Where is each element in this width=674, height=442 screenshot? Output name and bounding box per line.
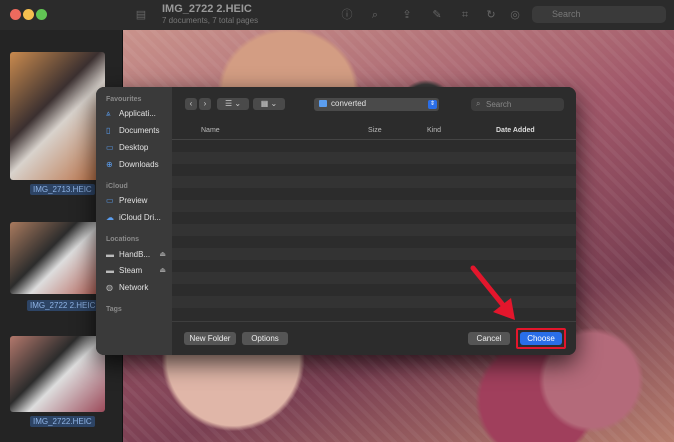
markup-icon[interactable]: ✎ — [430, 8, 444, 22]
zoom-icon[interactable]: ⌕ — [368, 8, 382, 22]
dialog-footer: New Folder Options Cancel Choose — [172, 321, 576, 355]
document-title: IMG_2722 2.HEIC — [162, 3, 252, 15]
sidebar-item-icloud-drive[interactable]: ☁ iCloud Dri... — [106, 213, 170, 227]
sidebar-item-network[interactable]: ◍ Network — [106, 283, 170, 297]
favourites-heading: Favourites — [106, 96, 142, 103]
sidebar-item-label: Preview — [119, 196, 148, 205]
minimize-window-button[interactable] — [23, 9, 34, 20]
tags-heading: Tags — [106, 306, 122, 313]
window-titlebar: ▤ IMG_2722 2.HEIC 7 documents, 7 total p… — [0, 0, 674, 31]
eject-icon[interactable]: ⏏ — [159, 250, 166, 258]
sidebar-item-desktop[interactable]: ▭ Desktop — [106, 143, 170, 157]
thumbnail-image[interactable] — [10, 52, 105, 180]
eject-icon[interactable]: ⏏ — [159, 266, 166, 274]
document-subtitle: 7 documents, 7 total pages — [162, 16, 259, 25]
rotate-icon[interactable]: ↻ — [484, 8, 498, 22]
sidebar-item-label: iCloud Dri... — [119, 213, 161, 222]
chevron-updown-icon: ⇕ — [428, 100, 437, 109]
drive-icon: ▬ — [106, 266, 114, 275]
annotate-icon[interactable]: ◎ — [508, 8, 522, 22]
list-row — [172, 152, 576, 164]
sidebar-item-label: Downloads — [119, 160, 159, 169]
list-row — [172, 188, 576, 200]
info-icon[interactable]: ⓘ — [340, 8, 354, 22]
drive-icon: ▬ — [106, 250, 114, 259]
sidebar-item-label: Applicati... — [119, 109, 156, 118]
sidebar-item-preview[interactable]: ▭ Preview — [106, 196, 170, 210]
list-row — [172, 212, 576, 224]
path-label: converted — [331, 99, 367, 108]
thumbnail-label[interactable]: IMG_2713.HEIC — [30, 184, 95, 195]
grid-view-button[interactable]: ▦ ⌄ — [253, 98, 285, 110]
column-date-added[interactable]: Date Added — [496, 127, 535, 134]
download-icon: ⊕ — [106, 160, 113, 169]
column-size[interactable]: Size — [368, 127, 382, 134]
sidebar-item-handb[interactable]: ▬ HandB... ⏏ — [106, 250, 170, 264]
toolbar-search-placeholder: Search — [552, 9, 581, 19]
folder-icon — [319, 100, 327, 107]
list-row — [172, 236, 576, 248]
crop-icon[interactable]: ⌗ — [458, 8, 472, 22]
list-view-button[interactable]: ☰ ⌄ — [217, 98, 249, 110]
sidebar-item-label: Documents — [119, 126, 160, 135]
sidebar-item-label: Network — [119, 283, 149, 292]
file-list-header: Name Size Kind Date Added — [172, 123, 576, 140]
locations-heading: Locations — [106, 236, 140, 243]
cloud-icon: ☁ — [106, 213, 114, 222]
share-icon[interactable]: ⇪ — [400, 8, 414, 22]
applications-icon: ⩓ — [106, 109, 111, 118]
sidebar-item-downloads[interactable]: ⊕ Downloads — [106, 160, 170, 174]
sidebar-item-label: Desktop — [119, 143, 149, 152]
back-button[interactable]: ‹ — [185, 98, 197, 110]
new-folder-button[interactable]: New Folder — [184, 332, 236, 345]
list-row — [172, 224, 576, 236]
network-icon: ◍ — [106, 283, 113, 292]
list-row — [172, 176, 576, 188]
zoom-window-button[interactable] — [36, 9, 47, 20]
path-popup[interactable]: converted ⇕ — [314, 98, 439, 111]
thumbnail-image[interactable] — [10, 222, 105, 294]
cancel-button[interactable]: Cancel — [468, 332, 510, 345]
options-button[interactable]: Options — [242, 332, 288, 345]
choose-button[interactable]: Choose — [520, 332, 562, 345]
thumbnail-label[interactable]: IMG_2722 2.HEIC — [27, 300, 99, 311]
desktop-icon: ▭ — [106, 143, 114, 152]
dialog-search-field[interactable]: ⌕ Search — [471, 98, 564, 111]
dialog-toolbar: ‹ › ☰ ⌄ ▦ ⌄ converted ⇕ ⌕ Search — [172, 87, 576, 123]
thumbnail-label[interactable]: IMG_2722.HEIC — [30, 416, 95, 427]
list-row — [172, 200, 576, 212]
list-row — [172, 164, 576, 176]
close-window-button[interactable] — [10, 9, 21, 20]
toolbar-search-field[interactable]: Search — [532, 6, 666, 23]
column-name[interactable]: Name — [201, 127, 220, 134]
forward-button[interactable]: › — [199, 98, 211, 110]
dialog-sidebar: Favourites ⩓ Applicati... ▯ Documents ▭ Des… — [96, 87, 172, 355]
list-row — [172, 140, 576, 152]
thumbnail-image[interactable] — [10, 336, 105, 412]
sidebar-item-steam[interactable]: ▬ Steam ⏏ — [106, 266, 170, 280]
icloud-heading: iCloud — [106, 183, 128, 190]
search-icon: ⌕ — [476, 99, 481, 108]
column-kind[interactable]: Kind — [427, 127, 441, 134]
document-icon: ▯ — [106, 126, 111, 135]
sidebar-item-label: Steam — [119, 266, 143, 275]
sidebar-toggle-icon[interactable]: ▤ — [134, 8, 148, 22]
sidebar-item-label: HandB... — [119, 250, 151, 259]
annotation-arrow-icon — [470, 265, 515, 320]
folder-icon: ▭ — [106, 196, 114, 205]
sidebar-item-documents[interactable]: ▯ Documents — [106, 126, 170, 140]
sidebar-item-applications[interactable]: ⩓ Applicati... — [106, 109, 170, 123]
list-row — [172, 248, 576, 260]
search-placeholder: Search — [486, 100, 512, 109]
